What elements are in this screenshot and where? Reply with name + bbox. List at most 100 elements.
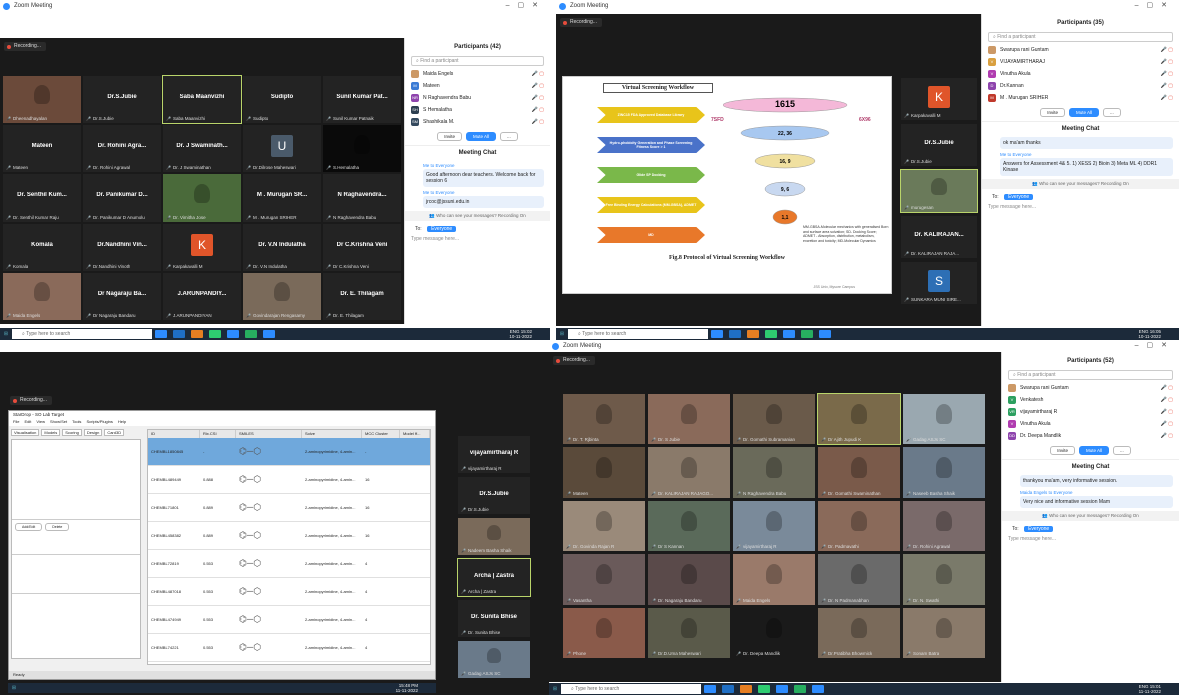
participant-tile[interactable]: Dr. V.N Indulatha 🎤 Dr. V.N Indulatha <box>243 223 321 271</box>
participant-tile[interactable]: 🎤 Dr. N. Swathi <box>903 554 985 605</box>
participant-tile[interactable]: 🎤 N Raghavendra Babu <box>733 447 815 498</box>
more-options-button[interactable]: ... <box>500 132 518 141</box>
taskbar-app-icon[interactable] <box>173 330 185 338</box>
recipient-select[interactable]: Everyone <box>1004 194 1034 200</box>
taskbar-app-icon[interactable] <box>729 330 741 338</box>
mute-all-button[interactable]: Mute All <box>1078 446 1109 455</box>
participant-list-item[interactable]: V Vinutha Akula 🎤 ▢ <box>1002 418 1179 430</box>
participant-tile[interactable]: vijayamirtharaj R 🎤 vijayamirtharaj R <box>458 436 530 473</box>
chat-input[interactable]: Type message here... <box>405 234 550 244</box>
participant-tile[interactable]: Dr. KALIRAJAN... 🎤 Dr. KALIRAJAN RAJA... <box>901 216 977 258</box>
table-row[interactable]: CHEMBL474949 0.553 ⌬─⬡ 2-aminopyrimidine, 4… <box>148 606 430 634</box>
mute-all-button[interactable]: Mute All <box>1068 108 1099 117</box>
participant-tile[interactable]: 🎤 Dr. Nagaraju Bandaru <box>648 554 730 605</box>
taskbar-app-icon[interactable] <box>765 330 777 338</box>
column-header[interactable]: SMILES <box>236 430 302 438</box>
taskbar-app-icon[interactable] <box>711 330 723 338</box>
taskbar-app-icon[interactable] <box>776 685 788 693</box>
participant-tile[interactable]: 🎤 Dr. Deepa Mandlik <box>733 607 815 658</box>
column-header[interactable]: Solve <box>302 430 362 438</box>
mute-all-button[interactable]: Mute All <box>465 132 496 141</box>
taskbar-app-icon[interactable] <box>819 330 831 338</box>
participant-tile[interactable]: Komala 🎤 Komala <box>3 223 81 271</box>
window-controls[interactable]: –▢✕ <box>1135 340 1175 352</box>
participant-tile[interactable]: 🎤 vijayamirtharaj R <box>733 500 815 552</box>
participant-list-item[interactable]: SM Shashikala M. 🎤 ▢ <box>405 116 550 128</box>
chat-visibility-notice[interactable]: 👥 Who can see your messages? Recording O… <box>982 179 1179 189</box>
participant-list-item[interactable]: SH S Hemalatha 🎤 ▢ <box>405 104 550 116</box>
menu-item[interactable]: Help <box>118 419 126 426</box>
chat-input[interactable]: Type message here... <box>1002 534 1179 544</box>
table-row[interactable]: CHEMBL487018 0.553 ⌬─⬡ 2-aminopyrimidine, 4… <box>148 578 430 606</box>
participant-tile[interactable]: 🎤 Dr.D.Uma Maheswari <box>648 607 730 658</box>
participant-tile[interactable]: 🎤 Gadag ASJs SC <box>903 394 985 445</box>
column-header[interactable]: Rix.CSI <box>200 430 236 438</box>
participant-list-item[interactable]: V Venkatesh 🎤 ▢ <box>1002 394 1179 406</box>
more-options-button[interactable]: ... <box>1103 108 1121 117</box>
more-options-button[interactable]: ... <box>1113 446 1131 455</box>
participant-list-item[interactable]: M Mateen 🎤 ▢ <box>405 80 550 92</box>
participant-tile[interactable]: Dr Nagaraju Ba... 🎤 Dr Nagaraju Bandaru <box>83 272 161 320</box>
menu-item[interactable]: Scripts/Plugins <box>86 419 112 426</box>
taskbar-search-input[interactable]: ⌕ Type here to search <box>568 329 708 339</box>
participant-tile[interactable]: 🎤 Dr. S Jubie <box>648 394 730 445</box>
recipient-select[interactable]: Everyone <box>427 226 457 232</box>
participant-tile[interactable]: Dr. Sunita Bhise 🎤 Dr. Sunita Bhise <box>458 600 530 637</box>
participant-tile[interactable]: Archa | Zastra 🎤 Archa | Zastra <box>457 558 531 597</box>
taskbar-app-icon[interactable] <box>783 330 795 338</box>
table-row[interactable]: CHEMBL1850845 - ⌬─⬡ 2-aminopyrimidine, 4-am… <box>148 438 430 466</box>
participant-tile[interactable]: Sunil Kumar Pat... 🎤 Sunil Kumar Patnaik <box>323 76 401 124</box>
participant-tile[interactable]: Saba Maanvizhi 🎤 Saba Maanvizhi <box>162 74 242 125</box>
taskbar-app-icon[interactable] <box>722 685 734 693</box>
participant-tile[interactable]: 🎤 Dheenadhayalan <box>3 76 81 124</box>
participant-tile[interactable]: K 🎤 Karpakavalli M <box>163 223 241 271</box>
invite-button[interactable]: Invite <box>1040 108 1065 117</box>
participant-tile[interactable]: Dr.Nandhini Vin... 🎤 Dr.Nandhini Vinoth <box>83 223 161 271</box>
participant-tile[interactable]: 🎤 Dr.Pratibha Bhowmick <box>818 607 900 658</box>
participant-tile[interactable]: Sudipto 🎤 Sudipto <box>243 76 321 124</box>
participant-tile[interactable]: 🎤 Govindarajan Rengasamy <box>243 272 321 320</box>
participant-tile[interactable]: 🎤 Phone <box>563 607 645 658</box>
windows-start-icon[interactable]: ⊞ <box>556 331 568 337</box>
menu-item[interactable]: File <box>13 419 19 426</box>
menu-item[interactable]: Tools <box>72 419 81 426</box>
taskbar-app-icon[interactable] <box>209 330 221 338</box>
table-row[interactable]: CHEMBL74221 0.553 ⌬─⬡ 2-aminopyrimidine, 4-… <box>148 634 430 662</box>
participant-tile[interactable]: 🎤 murugesan <box>900 169 978 213</box>
participant-tile[interactable]: 🎤 Dr. Padmavathi <box>818 500 900 552</box>
taskbar-app-icon[interactable] <box>758 685 770 693</box>
participant-tile[interactable]: J.ARUNPANDIY... 🎤 J.ARUNPANDIYAN <box>163 272 241 320</box>
windows-start-icon[interactable]: ⊞ <box>549 686 561 692</box>
window-controls[interactable]: –▢✕ <box>506 0 546 12</box>
participant-tile[interactable]: 🎤 Sonam Batra <box>903 607 985 658</box>
app-tab[interactable]: Card3D <box>104 429 125 436</box>
table-row[interactable]: CHEMBL72819 0.553 ⌬─⬡ 2-aminopyrimidine, 4-… <box>148 550 430 578</box>
taskbar-app-icon[interactable] <box>245 330 257 338</box>
participant-tile[interactable]: S 🎤 SUNKARA MUNI SIRE... <box>901 262 977 304</box>
windows-start-icon[interactable]: ⊞ <box>0 331 12 337</box>
participant-tile[interactable]: Dr.S.Jubie 🎤 Dr.S.Jubie <box>83 76 161 124</box>
participant-list-item[interactable]: Swarupa rani Guntam 🎤 ▢ <box>1002 382 1179 394</box>
participant-list-item[interactable]: Maida Engels 🎤 ▢ <box>405 68 550 80</box>
participant-tile[interactable]: U 🎤 Dr.Dilrose Maheswari <box>243 125 321 173</box>
app-tab[interactable]: Design <box>83 429 103 436</box>
column-header[interactable]: Model ff... <box>400 430 430 438</box>
participant-tile[interactable]: Dr. E. Thilagam 🎤 Dr. E. Thilagam <box>323 272 401 320</box>
participant-tile[interactable]: Dr.S.Jubie 🎤 Dr.S.Jubie <box>901 124 977 166</box>
participant-tile[interactable]: 🎤 Dr S Kannan <box>648 500 730 552</box>
chat-visibility-notice[interactable]: 👥 Who can see your messages? Recording O… <box>1002 511 1179 521</box>
participant-search-input[interactable]: ⌕ Find a participant <box>411 56 544 66</box>
menu-item[interactable]: Show/Set <box>50 419 67 426</box>
participant-tile[interactable]: 🎤 Naseeb Basha Shaik <box>903 447 985 498</box>
app-tab[interactable]: Visualisation <box>11 429 40 436</box>
participant-tile[interactable]: 🎤 Dr. Gomathi Subramanian <box>733 394 815 445</box>
participant-tile[interactable]: 🎤 Maida Engels <box>733 554 815 605</box>
participant-tile[interactable]: M . Murugan SR... 🎤 M . Murugan SRIHER <box>243 174 321 222</box>
participant-list-item[interactable]: D Dr.Kannan 🎤 ▢ <box>982 80 1179 92</box>
column-header[interactable]: MCC Cluster <box>362 430 400 438</box>
participant-tile[interactable]: 🎤 Mateen <box>563 447 645 498</box>
chat-input[interactable]: Type message here... <box>982 202 1179 212</box>
participant-list-item[interactable]: M M . Murugan SRIHER 🎤 ▢ <box>982 92 1179 104</box>
participant-tile[interactable]: 🎤 Dr Ajith Jupudi K <box>817 392 901 446</box>
column-header[interactable]: ID <box>148 430 200 438</box>
